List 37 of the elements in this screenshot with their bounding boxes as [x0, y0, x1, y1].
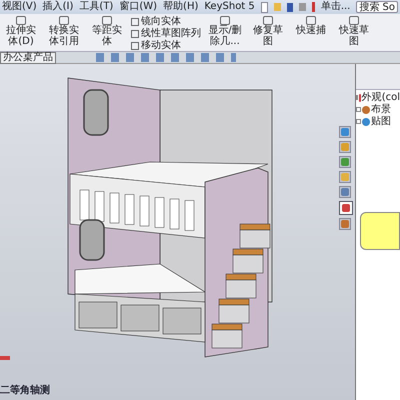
panel-toolbar	[356, 64, 400, 90]
expand-icon[interactable]	[356, 95, 358, 100]
ribbon-button[interactable]: 线性草图阵列	[131, 28, 201, 39]
ribbon-button[interactable]: 等距实体	[88, 16, 126, 47]
menu-item[interactable]: 视图(V)	[2, 2, 37, 12]
ribbon-button[interactable]: 拉伸实体(D)	[2, 16, 40, 47]
document-tab[interactable]: 办公桌产品	[0, 52, 56, 64]
menu-item[interactable]: 窗口(W)	[119, 2, 158, 12]
menu-item[interactable]: 工具(T)	[79, 2, 114, 12]
file-icon[interactable]	[260, 2, 268, 12]
view-orientation-label: 二等角轴测	[0, 384, 50, 398]
ribbon-button[interactable]: 移动实体	[131, 40, 201, 51]
search-field[interactable]: 搜索 So	[356, 1, 398, 13]
status-text: 单击...	[320, 2, 350, 12]
task-pane-tab[interactable]	[339, 201, 353, 215]
tool-icon	[59, 16, 69, 25]
menu-item[interactable]: KeyShot 5	[204, 2, 255, 12]
ribbon-button[interactable]: 快速捕	[292, 16, 330, 36]
tool-icon	[306, 16, 316, 25]
tool-icon	[349, 16, 359, 25]
preview-swatch	[360, 212, 400, 250]
tree-item[interactable]: 贴图	[371, 116, 391, 127]
ribbon-button[interactable]: 镜向实体	[131, 16, 201, 27]
ribbon-button[interactable]: 转换实体引用	[45, 16, 83, 47]
tool-icon	[263, 16, 273, 25]
menu-item[interactable]: 帮助(H)	[163, 2, 198, 12]
tree-item[interactable]: 布景	[371, 104, 391, 115]
tool-icon	[102, 16, 112, 25]
expand-icon[interactable]	[356, 119, 361, 124]
ribbon-button[interactable]: 快速草图	[335, 16, 373, 47]
expand-icon[interactable]	[356, 107, 361, 112]
ribbon-button[interactable]: 显示/删除几...	[206, 16, 244, 47]
tree-item[interactable]: 外观(col	[362, 92, 400, 103]
tool-icon	[16, 16, 26, 25]
menu-item[interactable]: 插入(I)	[42, 2, 74, 12]
ribbon-button[interactable]: 修复草图	[249, 16, 287, 47]
tool-icon	[220, 16, 230, 25]
